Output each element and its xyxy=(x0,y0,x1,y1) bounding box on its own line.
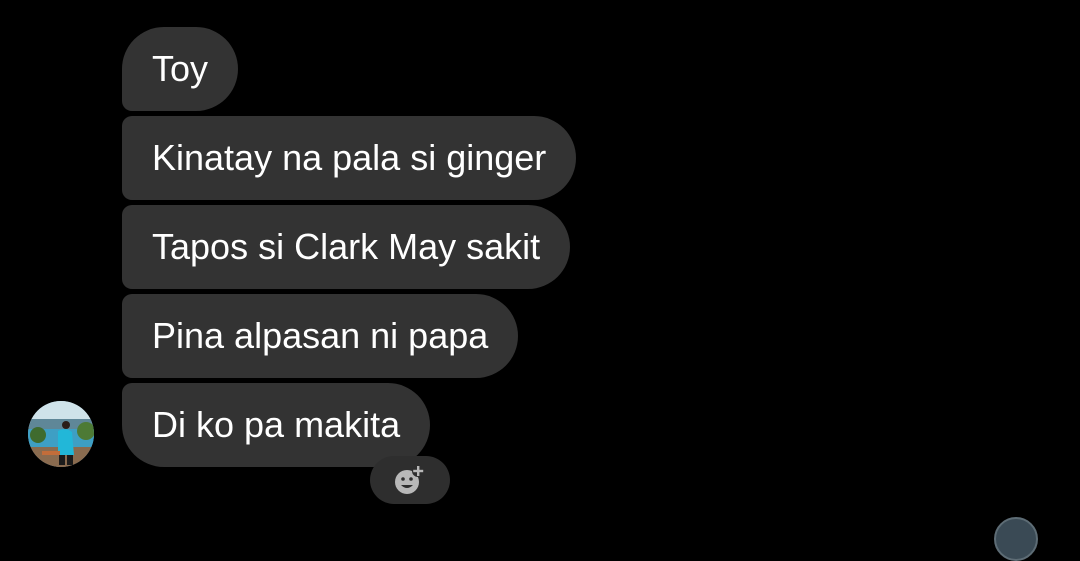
add-reaction-button[interactable] xyxy=(370,456,450,504)
avatar-photo xyxy=(28,401,94,467)
message-text: Di ko pa makita xyxy=(152,404,401,445)
message-bubble-2[interactable]: Kinatay na pala si ginger xyxy=(122,116,577,200)
message-thread: Toy Kinatay na pala si ginger Tapos si C… xyxy=(0,0,1080,561)
message-bubble-3[interactable]: Tapos si Clark May sakit xyxy=(122,205,571,289)
seen-avatar xyxy=(994,517,1038,561)
message-text: Pina alpasan ni papa xyxy=(152,315,489,356)
message-text: Tapos si Clark May sakit xyxy=(152,226,541,267)
message-bubble-5[interactable]: Di ko pa makita xyxy=(122,383,431,467)
message-bubble-1[interactable]: Toy xyxy=(122,27,239,111)
message-text: Kinatay na pala si ginger xyxy=(152,137,547,178)
message-bubble-4[interactable]: Pina alpasan ni papa xyxy=(122,294,519,378)
add-reaction-icon xyxy=(395,465,424,494)
contact-avatar[interactable] xyxy=(28,401,94,467)
message-text: Toy xyxy=(152,48,209,89)
